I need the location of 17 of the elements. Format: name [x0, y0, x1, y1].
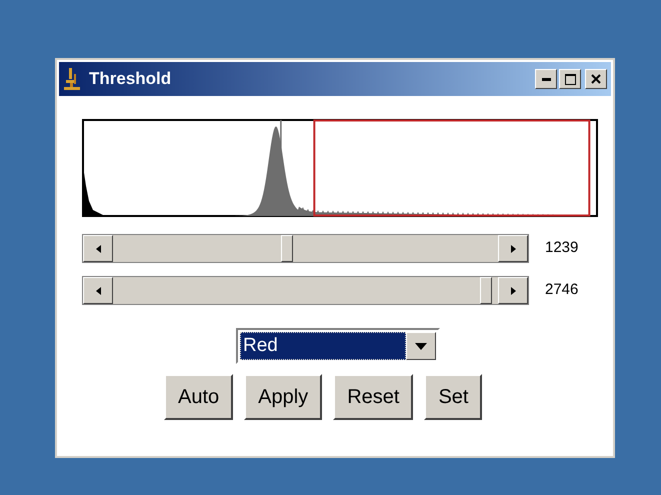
maximize-button[interactable] [559, 69, 581, 89]
slider-value: 2746 [545, 280, 578, 300]
window-title: Threshold [89, 68, 172, 90]
close-icon [591, 74, 601, 84]
channel-dropdown[interactable]: Red [240, 332, 406, 360]
action-button[interactable]: Auto [164, 374, 234, 420]
slider-value: 1239 [545, 238, 578, 258]
maximize-icon [564, 74, 576, 84]
action-button[interactable]: Apply [244, 374, 322, 420]
action-button[interactable]: Set [424, 374, 482, 420]
minimize-icon [542, 78, 550, 80]
microscope-icon [63, 67, 81, 91]
close-button[interactable] [585, 69, 607, 89]
minimize-button[interactable] [535, 69, 557, 89]
action-button[interactable]: Reset [333, 374, 414, 420]
caret-icon [415, 342, 427, 350]
dropdown-arrow-button[interactable] [406, 332, 436, 360]
